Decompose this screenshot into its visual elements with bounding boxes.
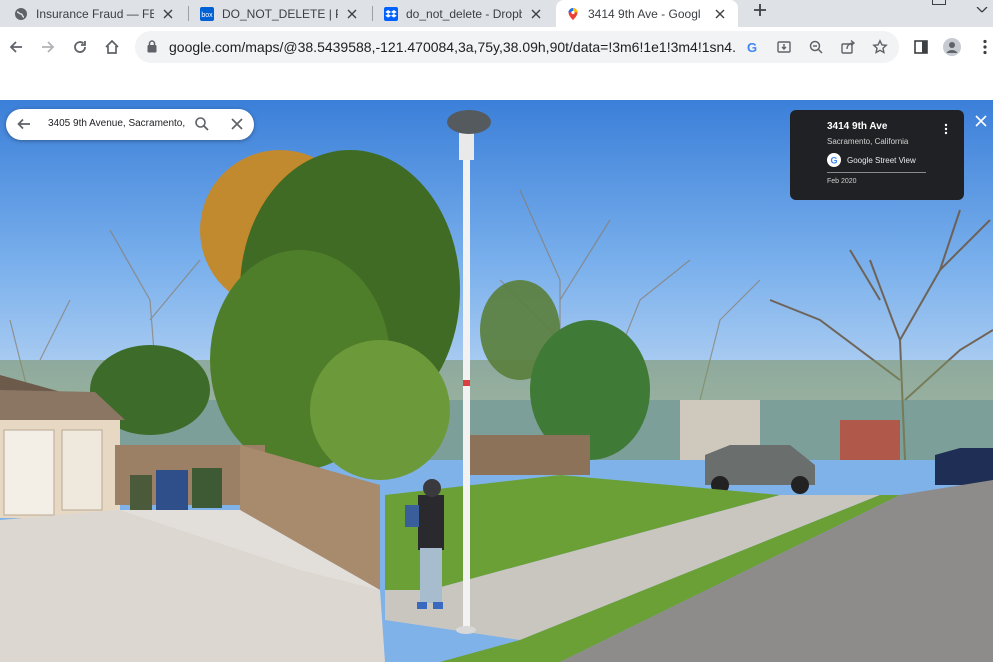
tab-separator — [188, 6, 189, 21]
svg-text:G: G — [747, 40, 757, 54]
tab-close-icon[interactable] — [160, 6, 176, 22]
url-text[interactable]: google.com/maps/@38.5439588,-121.470084,… — [169, 39, 735, 55]
more-menu-icon[interactable] — [976, 38, 993, 56]
location-address[interactable]: 3414 9th Ave — [827, 121, 887, 132]
tab-3414-9th-ave-maps[interactable]: 3414 9th Ave - Googl — [556, 0, 738, 27]
svg-text:box: box — [201, 12, 213, 19]
close-street-view-icon[interactable] — [975, 114, 987, 132]
card-divider — [827, 172, 926, 173]
street-view-search-box[interactable]: 3405 9th Avenue, Sacramento, — [6, 109, 254, 140]
tab-do-not-delete-dropbox[interactable]: do_not_delete - Dropb — [374, 0, 554, 27]
capture-date[interactable]: Feb 2020 — [827, 178, 857, 185]
new-tab-button[interactable] — [750, 0, 770, 20]
maps-pin-icon — [566, 7, 580, 21]
forward-button[interactable] — [37, 36, 59, 58]
tab-close-icon[interactable] — [344, 6, 360, 22]
bookmark-star-icon[interactable] — [871, 38, 889, 56]
search-query-text[interactable]: 3405 9th Avenue, Sacramento, — [48, 118, 185, 129]
back-button[interactable] — [5, 36, 27, 58]
side-panel-icon[interactable] — [912, 38, 930, 56]
street-view-panorama[interactable]: 3405 9th Avenue, Sacramento, 3414 9th Av… — [0, 100, 993, 662]
street-view-source: G Google Street View — [827, 153, 916, 167]
tab-separator — [372, 6, 373, 21]
profile-avatar-icon[interactable] — [943, 38, 961, 56]
google-logo-icon: G — [827, 153, 841, 167]
tab-strip: Insurance Fraud — FB box DO_NOT_DELETE |… — [0, 0, 993, 27]
tab-title: Insurance Fraud — FB — [36, 6, 154, 21]
more-options-icon[interactable] — [944, 122, 948, 140]
install-app-icon[interactable] — [775, 38, 793, 56]
tab-close-icon[interactable] — [528, 6, 544, 22]
tab-insurance-fraud[interactable]: Insurance Fraud — FB — [4, 0, 186, 27]
share-icon[interactable] — [839, 38, 857, 56]
window-close-icon[interactable] — [976, 0, 988, 18]
google-g-icon[interactable]: G — [743, 38, 761, 56]
search-icon[interactable] — [194, 116, 210, 137]
page-top-margin — [0, 67, 993, 100]
address-bar[interactable]: google.com/maps/@38.5439588,-121.470084,… — [135, 31, 899, 63]
location-city: Sacramento, California — [827, 137, 909, 146]
tab-do-not-delete-box[interactable]: box DO_NOT_DELETE | Pov — [190, 0, 370, 27]
dropbox-icon — [384, 6, 398, 21]
browser-toolbar: google.com/maps/@38.5439588,-121.470084,… — [0, 27, 993, 67]
svg-text:G: G — [830, 156, 837, 166]
zoom-icon[interactable] — [807, 38, 825, 56]
tab-title: do_not_delete - Dropb — [406, 6, 522, 21]
location-info-card: 3414 9th Ave Sacramento, California G Go… — [790, 110, 964, 200]
window-restore-icon[interactable] — [932, 0, 946, 5]
source-label: Google Street View — [847, 155, 916, 165]
globe-icon — [14, 7, 28, 21]
box-icon: box — [200, 6, 214, 21]
back-arrow-icon[interactable] — [16, 116, 32, 137]
lock-icon[interactable] — [147, 40, 157, 58]
tab-title: 3414 9th Ave - Googl — [588, 6, 701, 21]
tab-title: DO_NOT_DELETE | Pov — [222, 6, 338, 21]
home-button[interactable] — [101, 36, 123, 58]
tab-close-icon[interactable] — [712, 6, 728, 22]
clear-search-icon[interactable] — [230, 117, 244, 136]
reload-button[interactable] — [69, 36, 91, 58]
